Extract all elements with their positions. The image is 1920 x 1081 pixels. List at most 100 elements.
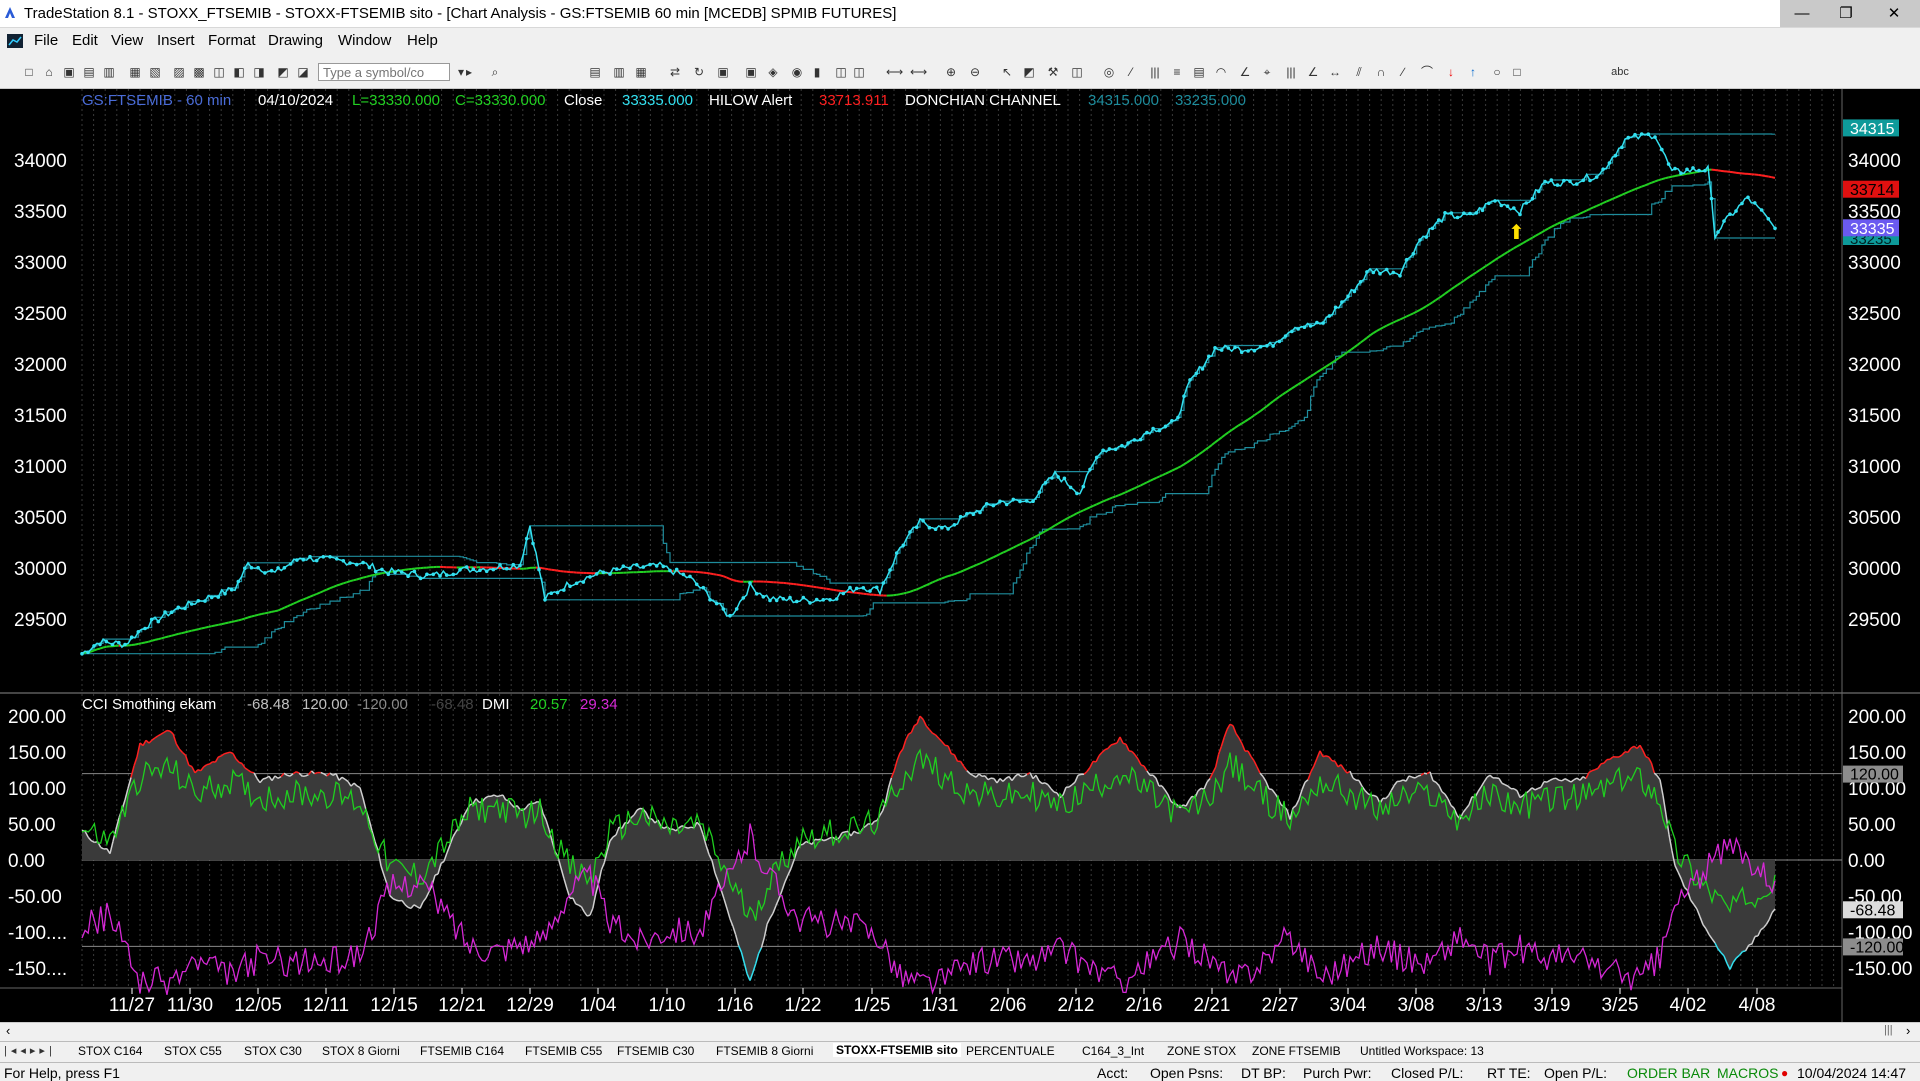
workspace-tab[interactable]: ZONE STOX <box>1167 1044 1236 1058</box>
menu-drawing[interactable]: Drawing <box>268 32 323 49</box>
toolbar-tool-icon-11[interactable]: ◫ <box>834 65 848 79</box>
toolbar-icon-14[interactable]: ◪ <box>296 65 310 79</box>
toolbar-icon-4[interactable]: ▤ <box>82 65 96 79</box>
close-button[interactable]: ✕ <box>1868 0 1920 27</box>
toolbar-tool-icon-4[interactable]: ⇄ <box>668 65 682 79</box>
toolbar-icon-9[interactable]: ▩ <box>192 65 206 79</box>
toolbar-tool-icon-36[interactable]: ↓ <box>1444 65 1458 79</box>
toolbar-tool-icon-25[interactable]: ▤ <box>1192 65 1206 79</box>
toolbar-icon-7[interactable]: ▧ <box>148 65 162 79</box>
toolbar-tool-icon-1[interactable]: ▤ <box>588 65 602 79</box>
price-tick-label: 30500 <box>14 508 67 529</box>
scroll-right-icon[interactable]: › <box>1906 1023 1910 1038</box>
menu-insert[interactable]: Insert <box>157 32 195 49</box>
toolbar-icon-5[interactable]: ▥ <box>102 65 116 79</box>
toolbar-tool-icon-5[interactable]: ↻ <box>692 65 706 79</box>
toolbar-tool-icon-28[interactable]: ⌖ <box>1260 65 1274 79</box>
go-arrow-icon[interactable]: ▸ <box>462 65 476 79</box>
find-symbol-icon[interactable]: ⌕ <box>488 65 502 79</box>
toolbar-icon-1[interactable]: □ <box>22 65 36 79</box>
toolbar-tool-icon-23[interactable]: ||| <box>1148 65 1162 79</box>
macros-button[interactable]: MACROS <box>1717 1065 1778 1081</box>
workspace-tab[interactable]: ZONE FTSEMIB <box>1252 1044 1341 1058</box>
toolbar-tool-icon-10[interactable]: ▮ <box>810 65 824 79</box>
chart-analysis-window[interactable]: GS:FTSEMIB - 60 min 04/10/2024 L=33330.0… <box>0 89 1920 1022</box>
toolbar-tool-icon-9[interactable]: ◉ <box>790 65 804 79</box>
toolbar-tool-icon-26[interactable]: ◠ <box>1214 65 1228 79</box>
workspace-tab[interactable]: Untitled Workspace: 13 <box>1360 1044 1484 1058</box>
toolbar-icon-11[interactable]: ◧ <box>232 65 246 79</box>
time-axis[interactable]: 11/2711/3012/0512/1112/1512/2112/291/041… <box>109 988 1776 1016</box>
toolbar-icon-6[interactable]: ▦ <box>128 65 142 79</box>
toolbar-icon-8[interactable]: ▨ <box>172 65 186 79</box>
menu-edit[interactable]: Edit <box>72 32 98 49</box>
workspace-tab[interactable]: STOX C164 <box>78 1044 142 1058</box>
toolbar-tool-icon-2[interactable]: ▥ <box>612 65 626 79</box>
text-tool-icon[interactable]: abc <box>1608 65 1632 79</box>
toolbar-tool-icon-29[interactable]: ||| <box>1284 65 1298 79</box>
moving-average-segment <box>1172 469 1175 471</box>
workspace-tab[interactable]: FTSEMIB C30 <box>617 1044 694 1058</box>
donchian-lower-line[interactable] <box>82 182 1775 654</box>
toolbar-tool-icon-7[interactable]: ▣ <box>744 65 758 79</box>
oscillator-pane[interactable] <box>82 716 1842 995</box>
workspace-tab[interactable]: STOXX-FTSEMIB sito <box>833 1043 961 1057</box>
toolbar-tool-icon-19[interactable]: ⚒ <box>1046 65 1060 79</box>
menu-window[interactable]: Window <box>338 32 391 49</box>
toolbar-tool-icon-35[interactable]: ⌒ <box>1420 65 1434 79</box>
toolbar-tool-icon-14[interactable]: ⟷ <box>910 65 924 79</box>
workspace-tab[interactable]: STOX 8 Giorni <box>322 1044 400 1058</box>
toolbar-tool-icon-33[interactable]: ∩ <box>1374 65 1388 79</box>
workspace-tab[interactable]: STOX C30 <box>244 1044 302 1058</box>
toolbar-tool-icon-24[interactable]: ≡ <box>1170 65 1184 79</box>
toolbar-tool-icon-12[interactable]: ◫ <box>852 65 866 79</box>
workspace-tab[interactable]: STOX C55 <box>164 1044 222 1058</box>
chart-window-icon[interactable] <box>7 34 23 48</box>
toolbar-tool-icon-15[interactable]: ⊕ <box>944 65 958 79</box>
moving-average-segment <box>1314 372 1317 374</box>
toolbar-icon-2[interactable]: ⌂ <box>42 65 56 79</box>
toolbar-tool-icon-20[interactable]: ◫ <box>1070 65 1084 79</box>
toolbar-tool-icon-8[interactable]: ◈ <box>766 65 780 79</box>
toolbar-tool-icon-22[interactable]: ⁄ <box>1124 65 1138 79</box>
chart-canvas[interactable]: GS:FTSEMIB - 60 min 04/10/2024 L=33330.0… <box>0 89 1920 1022</box>
toolbar-tool-icon-27[interactable]: ∠ <box>1238 65 1252 79</box>
toolbar-tool-icon-34[interactable]: ∕ <box>1396 65 1410 79</box>
toolbar-tool-icon-3[interactable]: ▦ <box>634 65 648 79</box>
menu-file[interactable]: File <box>34 32 58 49</box>
symbol-search-input[interactable] <box>318 63 450 81</box>
toolbar-tool-icon-13[interactable]: ⟷ <box>886 65 900 79</box>
toolbar-tool-icon-32[interactable]: ⫽ <box>1352 65 1366 79</box>
chart-horizontal-scrollbar[interactable]: ‹ ||| › <box>0 1022 1920 1041</box>
toolbar-tool-icon-39[interactable]: □ <box>1510 65 1524 79</box>
toolbar-icon-12[interactable]: ◨ <box>252 65 266 79</box>
toolbar-icon-13[interactable]: ◩ <box>276 65 290 79</box>
toolbar-tool-icon-16[interactable]: ⊖ <box>968 65 982 79</box>
toolbar-tool-icon-30[interactable]: ∠ <box>1306 65 1320 79</box>
workspace-tab[interactable]: PERCENTUALE <box>966 1044 1055 1058</box>
menu-view[interactable]: View <box>111 32 143 49</box>
menu-format[interactable]: Format <box>208 32 256 49</box>
maximize-button[interactable]: ❐ <box>1824 0 1868 27</box>
toolbar-tool-icon-21[interactable]: ◎ <box>1102 65 1116 79</box>
tab-scroll-arrows-icon[interactable]: |◂◂▸▸| <box>4 1044 56 1057</box>
minimize-button[interactable]: — <box>1780 0 1824 27</box>
menu-help[interactable]: Help <box>407 32 438 49</box>
workspace-tab[interactable]: FTSEMIB 8 Giorni <box>716 1044 813 1058</box>
price-bar-marker <box>1195 372 1199 376</box>
toolbar-tool-icon-17[interactable]: ↖ <box>1000 65 1014 79</box>
toolbar-tool-icon-6[interactable]: ▣ <box>716 65 730 79</box>
workspace-tab[interactable]: FTSEMIB C164 <box>420 1044 504 1058</box>
scroll-left-icon[interactable]: ‹ <box>6 1023 10 1038</box>
order-bar-button[interactable]: ORDER BAR <box>1627 1065 1710 1081</box>
workspace-tab[interactable]: C164_3_Int <box>1082 1044 1144 1058</box>
toolbar-icon-3[interactable]: ▣ <box>62 65 76 79</box>
toolbar-tool-icon-18[interactable]: ◩ <box>1022 65 1036 79</box>
toolbar-tool-icon-38[interactable]: ○ <box>1490 65 1504 79</box>
moving-average-segment <box>1632 189 1635 190</box>
toolbar-tool-icon-31[interactable]: ↔ <box>1328 65 1342 79</box>
scroll-thumb-grip-icon[interactable]: ||| <box>1884 1024 1893 1036</box>
toolbar-icon-10[interactable]: ◫ <box>212 65 226 79</box>
workspace-tab[interactable]: FTSEMIB C55 <box>525 1044 602 1058</box>
toolbar-tool-icon-37[interactable]: ↑ <box>1466 65 1480 79</box>
